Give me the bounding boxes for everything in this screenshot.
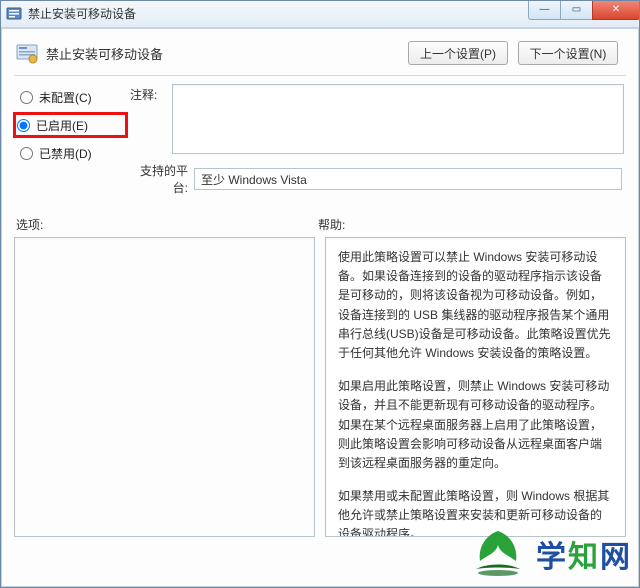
help-heading: 帮助: [318,216,345,233]
group-policy-icon [16,42,38,64]
watermark-logo-icon [468,525,528,582]
options-pane [14,237,315,537]
configuration-area: 未配置(C) 已启用(E) 已禁用(D) 注释: 支持的平台: 至少 Windo… [2,84,638,202]
policy-title: 禁止安装可移动设备 [46,44,408,63]
watermark-text: 学知网 [536,532,632,576]
help-paragraph: 使用此策略设置可以禁止 Windows 安装可移动设备。如果设备连接到的设备的驱… [338,248,613,363]
title-bar: 禁止安装可移动设备 — ▭ ✕ [0,0,640,28]
policy-icon [6,6,22,22]
radio-enabled[interactable]: 已启用(E) [13,112,128,138]
platform-label: 支持的平台: [128,162,194,196]
radio-enabled-label: 已启用(E) [36,117,88,134]
platform-value: 至少 Windows Vista [194,168,622,190]
window-buttons: — ▭ ✕ [528,0,640,20]
comment-textarea[interactable] [172,84,624,154]
radio-disabled[interactable]: 已禁用(D) [16,140,128,166]
comment-label: 注释: [130,86,157,103]
radio-not-configured-label: 未配置(C) [39,89,92,106]
watermark: 学知网 [468,525,632,582]
close-button[interactable]: ✕ [592,0,640,20]
radio-enabled-input[interactable] [17,119,30,132]
radio-not-configured[interactable]: 未配置(C) [16,84,128,110]
previous-setting-button[interactable]: 上一个设置(P) [408,41,508,65]
options-heading: 选项: [16,216,318,233]
help-paragraph: 如果启用此策略设置，则禁止 Windows 安装可移动设备，并且不能更新现有可移… [338,377,613,473]
divider [14,75,626,76]
radio-disabled-input[interactable] [20,147,33,160]
radio-not-configured-input[interactable] [20,91,33,104]
header-row: 禁止安装可移动设备 上一个设置(P) 下一个设置(N) [2,29,638,75]
next-setting-button[interactable]: 下一个设置(N) [518,41,618,65]
help-pane: 使用此策略设置可以禁止 Windows 安装可移动设备。如果设备连接到的设备的驱… [325,237,626,537]
client-area: 禁止安装可移动设备 上一个设置(P) 下一个设置(N) 未配置(C) 已启用(E… [1,28,639,587]
minimize-button[interactable]: — [528,0,560,20]
maximize-button[interactable]: ▭ [560,0,592,20]
radio-disabled-label: 已禁用(D) [39,145,92,162]
